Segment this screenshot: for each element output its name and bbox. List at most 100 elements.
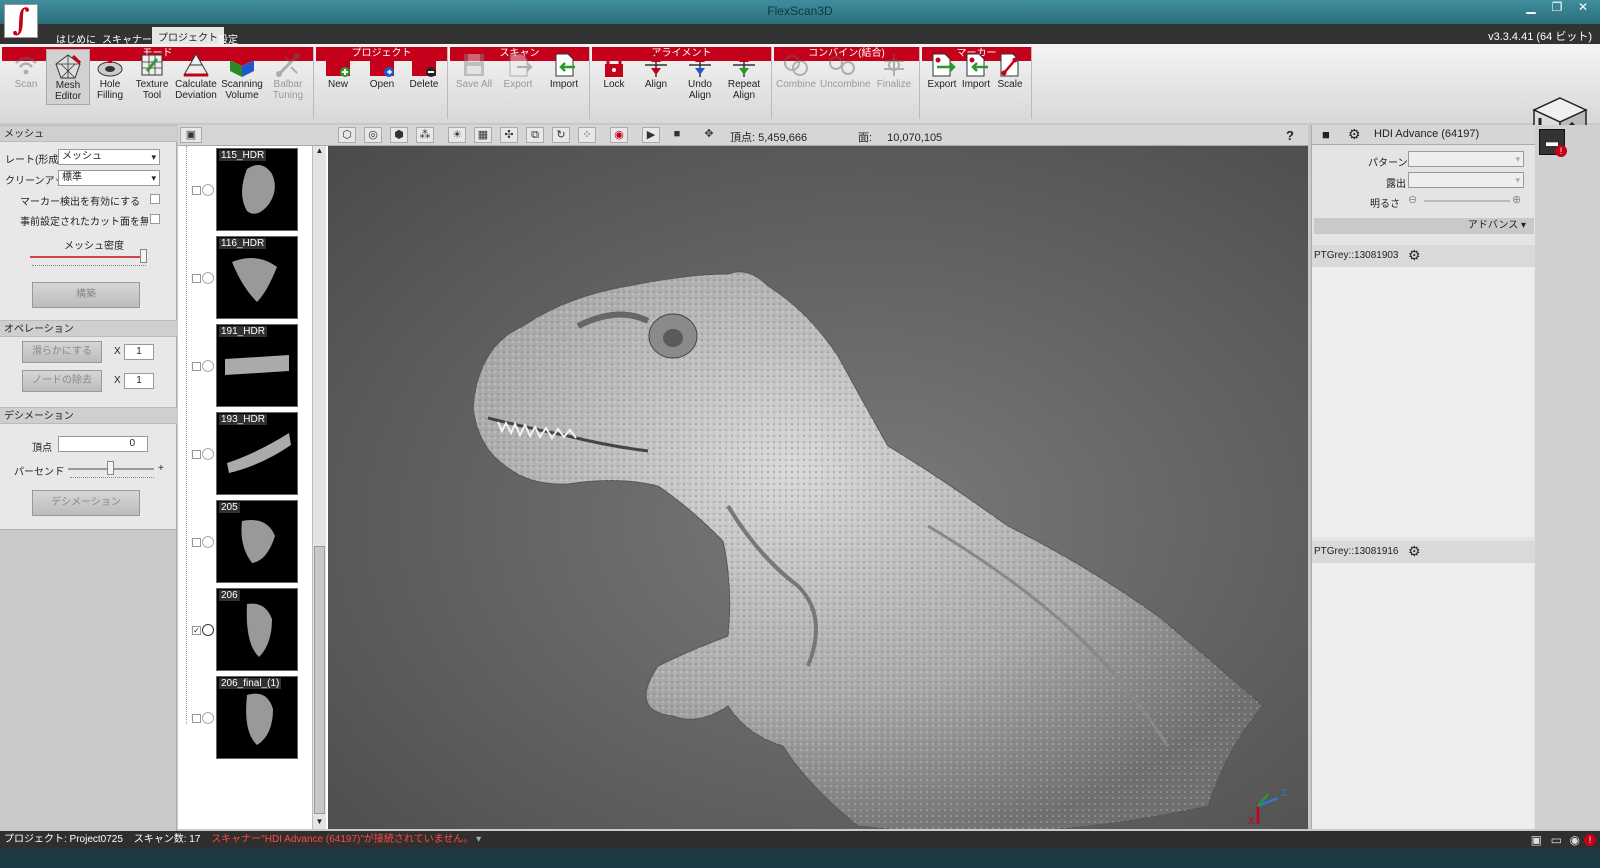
build-button[interactable]: 構築	[32, 282, 140, 308]
scan-visibility-icon[interactable]	[202, 360, 214, 372]
vertex-count-input[interactable]: 0	[58, 436, 148, 452]
restore-button[interactable]: ❐	[1546, 0, 1568, 16]
settings-gear-icon[interactable]: ⚙	[1348, 126, 1361, 143]
noise-count-spinner[interactable]: 1	[124, 373, 154, 389]
scan-thumb-206[interactable]: 206	[216, 588, 298, 671]
app-logo-icon[interactable]: ∫	[4, 4, 38, 38]
smooth-count-spinner[interactable]: 1	[124, 344, 154, 360]
rate-select[interactable]: メッシュ	[58, 149, 160, 165]
advanced-toggle[interactable]: アドバンス ▾	[1314, 218, 1534, 234]
mesh-editor-button[interactable]: Mesh Editor	[46, 49, 90, 105]
open-project-button[interactable]: Open	[360, 49, 404, 105]
scan-checkbox[interactable]	[192, 538, 201, 547]
menu-tab-start[interactable]: はじめに	[50, 29, 102, 46]
error-icon[interactable]: !	[1584, 834, 1596, 846]
bounding-box-icon[interactable]: ⧉	[526, 127, 544, 143]
scan-visibility-icon[interactable]	[202, 448, 214, 460]
scan-thumb-205[interactable]: 205	[216, 500, 298, 583]
delete-project-button[interactable]: Delete	[402, 49, 446, 105]
marker-scale-button[interactable]: Scale	[988, 49, 1032, 105]
scan-thumb-193-hdr[interactable]: 193_HDR	[216, 412, 298, 495]
import-scan-button[interactable]: Import	[542, 49, 586, 105]
view-texture-icon[interactable]: ◎	[364, 127, 382, 143]
monitor-icon[interactable]: ▣	[1531, 833, 1542, 847]
save-all-button[interactable]: Save All	[452, 49, 496, 105]
scan-visibility-icon[interactable]	[202, 712, 214, 724]
move-icon[interactable]: ✥	[700, 127, 718, 143]
scan-visibility-icon[interactable]	[202, 184, 214, 196]
percent-slider[interactable]	[107, 461, 114, 475]
balbar-tuning-button[interactable]: Balbar Tuning	[266, 49, 310, 105]
scan-visibility-icon[interactable]	[202, 272, 214, 284]
status-warning[interactable]: スキャナー"HDI Advance (64197)"が接続されていません。	[211, 834, 473, 845]
rotate-icon[interactable]: ↻	[552, 127, 570, 143]
close-button[interactable]: ✕	[1572, 0, 1594, 16]
percent-plus[interactable]: +	[158, 463, 164, 474]
view-points-icon[interactable]: ⁂	[416, 127, 434, 143]
menu-tab-settings[interactable]: 設定	[212, 29, 244, 46]
camera1-settings-icon[interactable]: ⚙	[1408, 247, 1421, 264]
scanning-volume-button[interactable]: Scanning Volume	[220, 49, 264, 105]
pattern-select[interactable]	[1408, 151, 1524, 167]
cleanup-select[interactable]: 標準	[58, 170, 160, 186]
markers-icon[interactable]: ⁘	[578, 127, 596, 143]
mesh-density-slider[interactable]	[139, 249, 147, 263]
menu-tab-scanner[interactable]: スキャナー	[96, 29, 158, 46]
camera2-settings-icon[interactable]: ⚙	[1408, 543, 1421, 560]
decimate-button[interactable]: デシメーション	[32, 490, 140, 516]
brightness-plus-icon[interactable]: ⊕	[1512, 193, 1521, 206]
scroll-thumb[interactable]	[314, 546, 325, 814]
ignore-cut-checkbox[interactable]	[150, 214, 160, 224]
scan-checkbox[interactable]	[192, 186, 201, 195]
marker-detect-checkbox[interactable]	[150, 194, 160, 204]
minimize-button[interactable]: ▁	[1520, 0, 1542, 16]
scan-thumb-206-final[interactable]: 206_final_(1)	[216, 676, 298, 759]
light-icon[interactable]: ☀	[448, 127, 466, 143]
mesh-section-header[interactable]: メッシュ	[0, 125, 177, 142]
video-camera-icon[interactable]: ■	[1322, 127, 1330, 142]
noise-removal-button[interactable]: ノードの除去	[22, 370, 102, 392]
scan-thumb-191-hdr[interactable]: 191_HDR	[216, 324, 298, 407]
undo-align-button[interactable]: Undo Align	[678, 49, 722, 105]
scan-visibility-icon[interactable]	[202, 536, 214, 548]
repeat-align-button[interactable]: Repeat Align	[722, 49, 766, 105]
calculate-deviation-button[interactable]: Calculate Deviation	[174, 49, 218, 105]
operation-section-header[interactable]: オペレーション	[0, 320, 177, 337]
scroll-down-icon[interactable]: ▼	[314, 817, 325, 827]
texture-tool-button[interactable]: Texture Tool	[130, 49, 174, 105]
brightness-minus-icon[interactable]: ⊖	[1408, 193, 1417, 206]
percent-minus[interactable]: −	[58, 463, 64, 474]
scan-checkbox[interactable]	[192, 362, 201, 371]
camera-icon[interactable]: ◉	[1570, 833, 1580, 847]
align-view-icon[interactable]: ✣	[500, 127, 518, 143]
hole-filling-button[interactable]: Hole Filling	[88, 49, 132, 105]
combine-button[interactable]: Combine	[774, 49, 818, 105]
help-button[interactable]: ?	[1286, 128, 1294, 143]
uncombine-button[interactable]: Uncombine	[820, 49, 871, 105]
scan-thumb-115-hdr[interactable]: 115_HDR	[216, 148, 298, 231]
view-solid-icon[interactable]: ⬡	[338, 127, 356, 143]
play-icon[interactable]: ▶	[642, 127, 660, 143]
scan-checkbox-checked[interactable]: ✓	[192, 626, 201, 635]
scan-checkbox[interactable]	[192, 450, 201, 459]
scan-visibility-icon[interactable]	[202, 624, 214, 636]
3d-viewport[interactable]: Z X	[328, 146, 1308, 834]
scan-checkbox[interactable]	[192, 274, 201, 283]
view-wire-icon[interactable]: ⬢	[390, 127, 408, 143]
scroll-up-icon[interactable]: ▲	[314, 146, 325, 156]
window-icon[interactable]: ▭	[1551, 833, 1562, 847]
export-scan-button[interactable]: Export	[496, 49, 540, 105]
smooth-button[interactable]: 滑らかにする	[22, 341, 102, 363]
lock-button[interactable]: Lock	[592, 49, 636, 105]
scan-list-scrollbar[interactable]: ▲ ▼	[312, 146, 326, 829]
exposure-select[interactable]	[1408, 172, 1524, 188]
align-button[interactable]: Align	[634, 49, 678, 105]
finalize-button[interactable]: Finalize	[872, 49, 916, 105]
scan-thumb-116-hdr[interactable]: 116_HDR	[216, 236, 298, 319]
stop-icon[interactable]: ■	[668, 127, 686, 143]
scan-checkbox[interactable]	[192, 714, 201, 723]
record-icon[interactable]: ◉	[610, 127, 628, 143]
new-project-button[interactable]: New	[316, 49, 360, 105]
image-view-icon[interactable]: ▣	[180, 127, 202, 143]
status-warning-dropdown-icon[interactable]: ▾	[476, 834, 481, 845]
